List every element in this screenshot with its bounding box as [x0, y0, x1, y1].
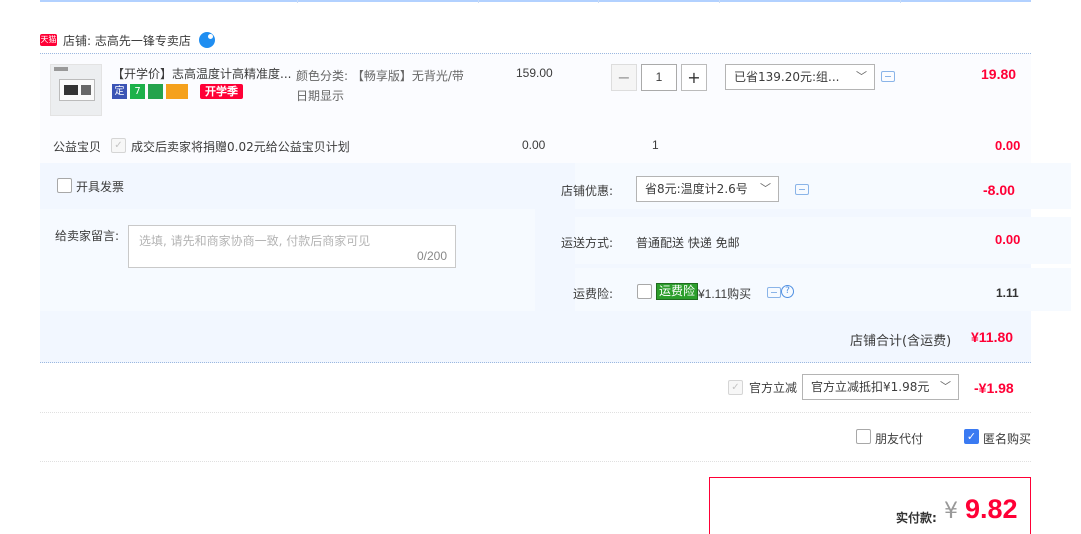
sku-line-1: 颜色分类: 【畅享版】无背光/带: [296, 69, 464, 83]
product-thumbnail[interactable]: [50, 64, 102, 116]
charity-checkbox[interactable]: ✓: [111, 138, 126, 153]
shop-name[interactable]: 店铺: 志高先一锋专卖店: [63, 32, 191, 49]
freight-insurance-price: ¥1.11购买: [698, 287, 752, 301]
shop-coupon-label: 店铺优惠:: [561, 184, 614, 198]
guarantee-icon: [148, 84, 163, 99]
top-border: [40, 0, 1031, 2]
invoice-label[interactable]: 开具发票: [76, 178, 124, 195]
divider: [40, 412, 1031, 413]
credit-card-icon: [166, 84, 188, 99]
payment-label: 实付款:: [896, 511, 937, 525]
product-title-link[interactable]: 【开学价】志高温度计高精准度...: [112, 66, 292, 82]
message-label: 给卖家留言:: [55, 229, 120, 243]
item-discount-select[interactable]: 已省139.20元:组... ﹀: [725, 64, 875, 90]
currency-symbol: ¥: [944, 499, 958, 524]
friend-pay-label[interactable]: 朋友代付: [875, 430, 923, 447]
help-icon[interactable]: ?: [781, 285, 794, 298]
charity-text: 成交后卖家将捐赠0.02元给公益宝贝计划: [131, 140, 350, 154]
shop-coupon-amount: -8.00: [983, 182, 1015, 198]
invoice-checkbox[interactable]: [57, 178, 72, 193]
payment-summary-box: 实付款: ¥ 9.82: [709, 477, 1031, 534]
deposit-badge-icon: 定: [112, 84, 127, 99]
wangwang-chat-icon[interactable]: [198, 32, 215, 48]
coupon-info-icon[interactable]: [795, 184, 809, 195]
insurance-info-icon[interactable]: [767, 287, 781, 298]
shop-coupon-value: 省8元:温度计2.6号: [645, 182, 748, 196]
shop-coupon-select[interactable]: 省8元:温度计2.6号 ﹀: [636, 176, 779, 202]
product-badges: 定 7 开学季: [112, 84, 243, 99]
tmall-icon: 天猫: [40, 34, 57, 46]
charity-subtotal: 0.00: [995, 138, 1021, 153]
payment-amount: 9.82: [965, 494, 1018, 524]
official-discount-checkbox[interactable]: ✓: [728, 380, 743, 395]
anonymous-label[interactable]: 匿名购买: [983, 430, 1031, 447]
shop-total-label: 店铺合计(含运费): [850, 334, 952, 349]
shipping-amount: 0.00: [995, 232, 1021, 247]
divider: [40, 461, 1031, 462]
shop-total-amount: ¥11.80: [971, 329, 1014, 345]
message-counter: 0/200: [416, 249, 447, 263]
charity-quantity: 1: [652, 138, 659, 152]
item-subtotal: 19.80: [981, 66, 1017, 82]
shipping-label: 运送方式:: [561, 236, 614, 250]
quantity-stepper: − 1 +: [611, 64, 707, 91]
unit-price: 159.00: [516, 66, 553, 80]
sku-info: 颜色分类: 【畅享版】无背光/带 日期显示: [296, 66, 481, 106]
official-discount-value: 官方立减抵扣¥1.98元: [811, 380, 930, 394]
shop-header: 天猫 店铺: 志高先一锋专卖店: [40, 30, 215, 50]
seven-day-return-icon: 7: [130, 84, 145, 99]
friend-pay-checkbox[interactable]: [856, 429, 871, 444]
freight-insurance-amount: 1.11: [996, 286, 1019, 300]
official-discount-label: 官方立减: [749, 381, 798, 395]
anonymous-checkbox[interactable]: ✓: [964, 429, 979, 444]
discount-info-icon[interactable]: [881, 71, 895, 82]
chevron-down-icon: ﹀: [856, 70, 867, 83]
quantity-input[interactable]: 1: [641, 64, 677, 91]
decrease-quantity-button[interactable]: −: [611, 64, 637, 91]
freight-insurance-label: 运费险:: [573, 287, 614, 301]
freight-insurance-tag: 运费险: [656, 283, 699, 300]
charity-price: 0.00: [522, 138, 546, 152]
sku-line-2: 日期显示: [296, 89, 345, 103]
shipping-value: 普通配送 快递 免邮: [636, 236, 740, 250]
official-discount-amount: -¥1.98: [974, 380, 1014, 396]
chevron-down-icon: ﹀: [940, 380, 951, 393]
chevron-down-icon: ﹀: [760, 182, 771, 195]
increase-quantity-button[interactable]: +: [681, 64, 707, 91]
back-to-school-badge: 开学季: [200, 84, 243, 99]
official-discount-select[interactable]: 官方立减抵扣¥1.98元 ﹀: [802, 374, 959, 400]
charity-label: 公益宝贝: [53, 140, 102, 154]
message-placeholder: 选填, 请先和商家协商一致, 付款后商家可见: [139, 234, 371, 248]
item-discount-value: 已省139.20元:组...: [734, 70, 840, 84]
freight-insurance-checkbox[interactable]: [637, 284, 652, 299]
message-textarea[interactable]: 选填, 请先和商家协商一致, 付款后商家可见 0/200: [128, 225, 456, 268]
